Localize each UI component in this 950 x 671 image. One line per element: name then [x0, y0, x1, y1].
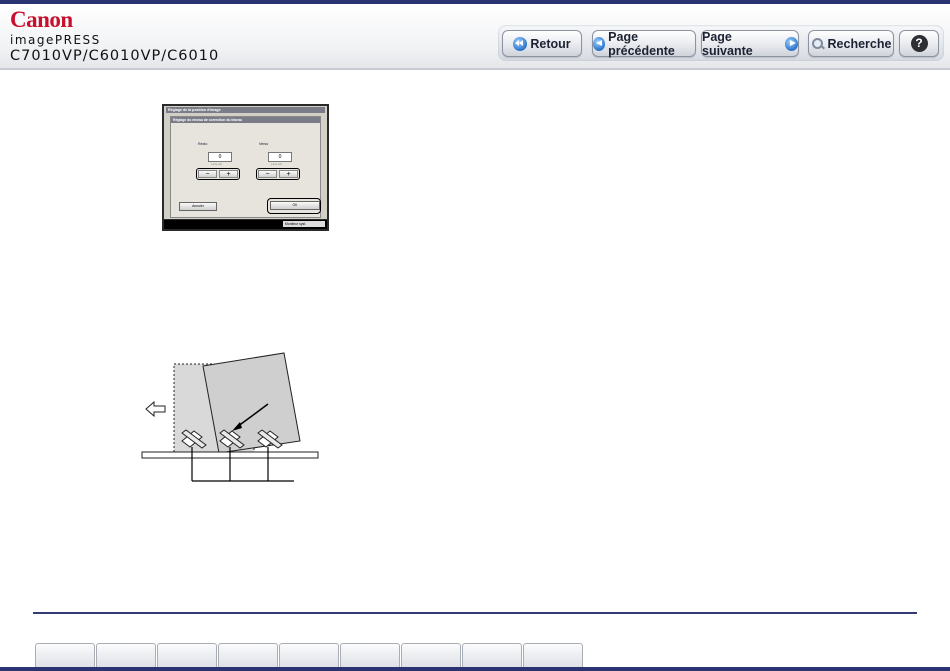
- arrow-right-icon: [784, 36, 798, 51]
- verso-plus-button[interactable]: +: [279, 170, 298, 178]
- search-button[interactable]: Recherche: [808, 30, 894, 57]
- verso-stepper[interactable]: − +: [256, 168, 300, 180]
- chapter-tab[interactable]: [96, 643, 156, 669]
- chapter-tab[interactable]: [340, 643, 400, 669]
- verso-value: 0: [268, 152, 292, 162]
- skewed-sheet: [202, 352, 301, 454]
- product-line: imagePRESS: [10, 33, 101, 47]
- chapter-tab[interactable]: [401, 643, 461, 669]
- chapter-tab[interactable]: [279, 643, 339, 669]
- cancel-button[interactable]: Annuler: [179, 202, 217, 211]
- skew-diagram: [141, 352, 319, 482]
- prev-page-label: Page précédente: [608, 29, 675, 58]
- next-page-button[interactable]: Page suivante: [701, 29, 799, 58]
- feed-direction-arrow: [145, 400, 166, 418]
- search-label: Recherche: [827, 36, 892, 51]
- skew-dialog: Réglage du niveau de correction du bisea…: [170, 116, 321, 218]
- bottom-accent-bar: [0, 667, 950, 671]
- model-name: C7010VP/C6010VP/C6010: [10, 48, 220, 64]
- ok-button[interactable]: OK: [270, 201, 320, 210]
- device-screen: Réglage de la position d'image Réglage d…: [162, 104, 329, 231]
- chapter-tabs: [35, 643, 584, 669]
- search-icon: [811, 37, 825, 51]
- system-monitor-button[interactable]: Moniteur syst.: [283, 221, 325, 227]
- recto-range: (-3 à +3): [211, 162, 222, 166]
- prev-page-button[interactable]: Page précédente: [592, 29, 696, 58]
- recto-label: Recto: [198, 142, 208, 146]
- chapter-tab[interactable]: [157, 643, 217, 669]
- back-button[interactable]: Retour: [502, 30, 582, 57]
- screen-window: Réglage de la position d'image Réglage d…: [164, 106, 327, 219]
- help-icon: ?: [910, 35, 928, 52]
- chapter-tab[interactable]: [462, 643, 522, 669]
- verso-minus-button[interactable]: −: [258, 170, 277, 178]
- chapter-tab[interactable]: [523, 643, 583, 669]
- recto-stepper[interactable]: − +: [196, 168, 240, 180]
- chapter-tab[interactable]: [35, 643, 95, 669]
- brand-block: Canon imagePRESS C7010VP/C6010VP/C6010: [10, 8, 219, 65]
- rewind-icon: [513, 36, 528, 51]
- dialog-title: Réglage du niveau de correction du bisea…: [171, 117, 320, 123]
- canon-logo: Canon: [10, 7, 73, 32]
- back-label: Retour: [530, 36, 571, 51]
- next-page-label: Page suivante: [702, 29, 753, 58]
- help-button[interactable]: ?: [899, 30, 939, 57]
- verso-range: (-3 à +3): [271, 162, 282, 166]
- verso-label: Verso: [259, 142, 269, 146]
- recto-value: 0: [208, 152, 232, 162]
- screen-title: Réglage de la position d'image: [166, 107, 325, 113]
- footer-divider: [33, 612, 917, 614]
- recto-minus-button[interactable]: −: [198, 170, 217, 178]
- recto-plus-button[interactable]: +: [219, 170, 238, 178]
- status-bar: Moniteur syst.: [164, 220, 327, 229]
- arrow-left-icon: [593, 36, 606, 51]
- chapter-tab[interactable]: [218, 643, 278, 669]
